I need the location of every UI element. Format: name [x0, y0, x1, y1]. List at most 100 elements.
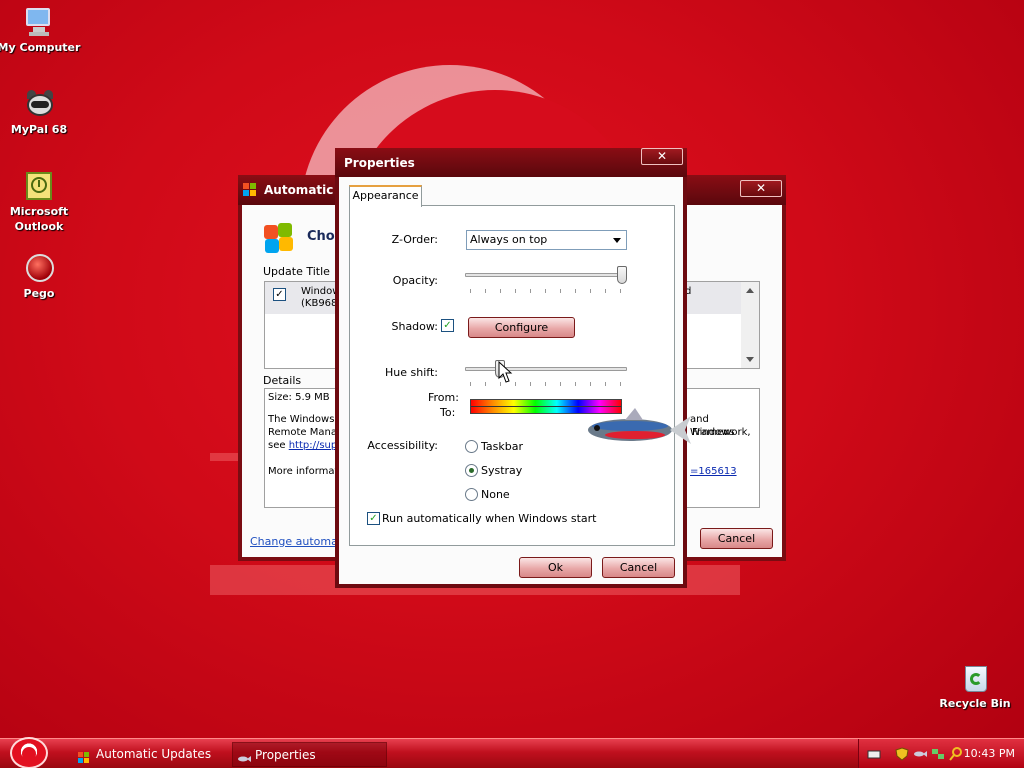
accessibility-label: Accessibility:: [367, 439, 438, 452]
windows-logo-icon: [243, 183, 257, 197]
slider-tick: [605, 289, 606, 293]
desktop-icon-label: Pego: [23, 287, 55, 300]
taskbar-item-automatic-updates[interactable]: Automatic Updates: [74, 742, 224, 767]
radio-taskbar[interactable]: [465, 440, 478, 453]
cancel-button[interactable]: Cancel: [602, 557, 675, 578]
to-label: To:: [440, 406, 456, 419]
slider-tick: [515, 289, 516, 293]
close-button[interactable]: ✕: [641, 148, 683, 165]
desktop-icon-my-computer[interactable]: My Computer: [0, 6, 82, 55]
fish-tray-icon[interactable]: [913, 747, 927, 761]
list-scrollbar[interactable]: [741, 282, 759, 368]
shield-icon[interactable]: [895, 747, 909, 761]
desktop-icon-outlook[interactable]: Microsoft Outlook: [0, 170, 82, 234]
windows-logo-icon: [78, 748, 90, 763]
slider-tick: [545, 382, 546, 386]
details-header: Details: [263, 374, 302, 387]
keyboard-icon[interactable]: [867, 747, 881, 761]
dialog-heading: Cho: [307, 229, 335, 244]
desktop-icon-pego[interactable]: Pego: [0, 252, 82, 301]
cancel-button[interactable]: Cancel: [700, 528, 773, 549]
start-button[interactable]: [10, 737, 48, 768]
ok-button[interactable]: Ok: [519, 557, 592, 578]
slider-tick: [575, 382, 576, 386]
change-settings-link[interactable]: Change automati: [250, 535, 345, 548]
update-kb: (KB968: [301, 298, 338, 309]
slider-tick: [470, 382, 471, 386]
from-label: From:: [428, 391, 459, 404]
more-info-link[interactable]: =165613: [690, 465, 737, 478]
titlebar[interactable]: Properties ✕: [335, 148, 687, 177]
radio-systray-label: Systray: [481, 464, 523, 477]
tab-appearance[interactable]: Appearance: [349, 185, 422, 207]
hue-ticks: [470, 382, 622, 386]
slider-tick: [470, 289, 471, 293]
details-text: More informati: [268, 466, 342, 477]
update-title-header: Update Title: [263, 265, 330, 278]
network-icon[interactable]: [931, 747, 945, 761]
update-checkbox[interactable]: ✓: [273, 288, 286, 301]
scroll-down-icon[interactable]: [746, 357, 754, 362]
desktop-icon-recycle-bin[interactable]: Recycle Bin: [932, 662, 1018, 711]
slider-tick: [605, 382, 606, 386]
desktop-icon-label: MyPal 68: [10, 123, 68, 136]
desktop-icon-label: Outlook: [14, 220, 64, 233]
fish-icon: [237, 749, 251, 762]
clock[interactable]: 10:43 PM: [964, 747, 1015, 760]
raccoon-browser-icon: [23, 88, 55, 120]
opacity-slider-track[interactable]: [465, 273, 627, 277]
slider-tick: [530, 289, 531, 293]
radio-systray[interactable]: [465, 464, 478, 477]
opacity-ticks: [470, 289, 622, 293]
slider-tick: [620, 382, 621, 386]
details-text: Framework,: [692, 427, 751, 438]
slider-tick: [485, 289, 486, 293]
slider-tick: [485, 382, 486, 386]
recycle-bin-icon: [959, 662, 991, 694]
taskbar-item-properties[interactable]: Properties: [232, 742, 387, 767]
slider-tick: [560, 382, 561, 386]
configure-button[interactable]: Configure: [468, 317, 575, 338]
desktop-icon-label: Recycle Bin: [939, 697, 1011, 710]
computer-icon: [23, 6, 55, 38]
slider-tick: [575, 289, 576, 293]
slider-tick: [620, 289, 621, 293]
run-auto-checkbox[interactable]: ✓: [367, 512, 380, 525]
radio-none-label: None: [481, 488, 510, 501]
z-order-value: Always on top: [470, 233, 548, 246]
fish-icon: [588, 408, 691, 444]
window-title: Properties: [344, 156, 415, 170]
z-order-label: Z-Order:: [391, 233, 438, 246]
details-text: The Windows: [268, 414, 335, 425]
taskbar-item-label: Automatic Updates: [96, 747, 212, 761]
wallpaper-shape: [210, 453, 240, 461]
slider-tick: [530, 382, 531, 386]
z-order-select[interactable]: Always on top: [466, 230, 627, 250]
hue-slider-track[interactable]: [465, 367, 627, 371]
search-tray-icon[interactable]: [949, 747, 963, 761]
system-tray: 10:43 PM: [858, 739, 1024, 768]
desktop-icon-mypal[interactable]: MyPal 68: [0, 88, 82, 137]
desktop-icon-label: Microsoft: [9, 205, 69, 218]
radio-none[interactable]: [465, 488, 478, 501]
scroll-up-icon[interactable]: [746, 288, 754, 293]
taskbar-item-label: Properties: [255, 748, 316, 762]
shadow-label: Shadow:: [391, 320, 438, 333]
slider-tick: [515, 382, 516, 386]
mouse-cursor-icon: [498, 361, 513, 383]
support-link[interactable]: http://sup: [289, 440, 338, 451]
slider-tick: [560, 289, 561, 293]
crescent-icon: [22, 747, 36, 761]
opacity-label: Opacity:: [392, 274, 438, 287]
slider-tick: [590, 382, 591, 386]
hue-shift-label: Hue shift:: [385, 366, 438, 379]
slider-tick: [545, 289, 546, 293]
details-text: Remote Manag: [268, 427, 344, 438]
close-icon: ✕: [656, 149, 668, 163]
run-auto-label: Run automatically when Windows start: [382, 512, 597, 525]
properties-dialog[interactable]: Properties ✕ Appearance Z-Order: Always …: [335, 148, 691, 588]
details-text: see: [268, 440, 289, 451]
shadow-checkbox[interactable]: ✓: [441, 319, 454, 332]
opacity-slider-thumb[interactable]: [617, 266, 627, 284]
close-button[interactable]: ✕: [740, 180, 782, 197]
